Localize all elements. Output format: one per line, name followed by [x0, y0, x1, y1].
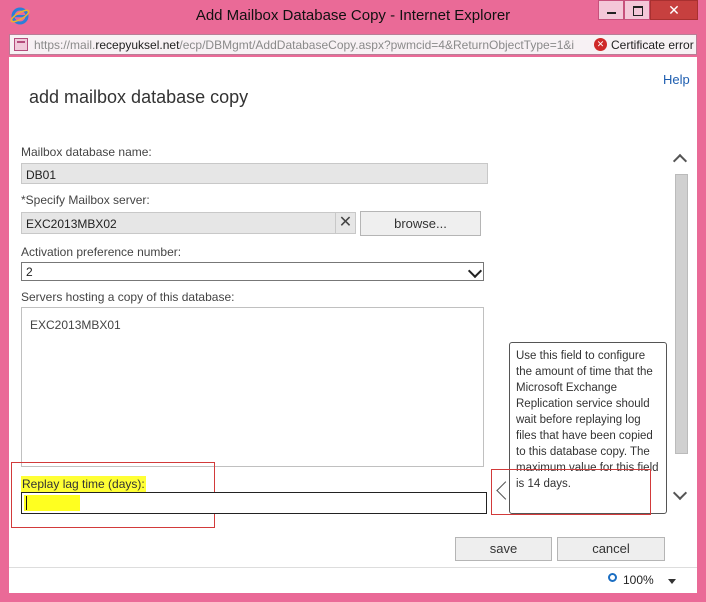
- maximize-button[interactable]: [624, 0, 650, 20]
- text-cursor: [26, 496, 27, 510]
- scroll-up-icon[interactable]: [672, 153, 688, 169]
- address-bar[interactable]: https://mail.recepyuksel.net/ecp/DBMgmt/…: [9, 34, 697, 55]
- status-bar: 100%: [9, 567, 697, 593]
- page-icon: [14, 38, 28, 51]
- close-icon: ✕: [668, 2, 680, 18]
- certificate-error-link[interactable]: Certificate error: [611, 38, 694, 52]
- activation-preference-value: 2: [26, 265, 33, 279]
- mailbox-server-label: *Specify Mailbox server:: [21, 193, 150, 207]
- browser-window: Add Mailbox Database Copy - Internet Exp…: [0, 0, 706, 602]
- annotation-box-tooltip: [491, 469, 651, 515]
- url-domain: recepyuksel.net: [95, 38, 180, 52]
- replay-lag-label: Replay lag time (days):: [21, 476, 146, 492]
- servers-hosting-label: Servers hosting a copy of this database:: [21, 290, 235, 304]
- chevron-down-icon: [467, 263, 483, 279]
- database-name-field: DB01: [21, 163, 488, 184]
- list-item: EXC2013MBX01: [30, 318, 121, 332]
- cancel-button[interactable]: cancel: [557, 537, 665, 561]
- close-button[interactable]: ✕: [650, 0, 698, 20]
- url-prefix: https://mail.: [34, 38, 96, 52]
- zoom-dropdown-caret[interactable]: [668, 579, 676, 584]
- minimize-button[interactable]: [598, 0, 624, 20]
- title-bar: Add Mailbox Database Copy - Internet Exp…: [0, 0, 706, 32]
- browse-button[interactable]: browse...: [360, 211, 481, 236]
- page-title: add mailbox database copy: [29, 87, 249, 107]
- zoom-icon[interactable]: [608, 573, 617, 582]
- dialog-content: Help add mailbox database copy Mailbox d…: [9, 57, 697, 593]
- save-button[interactable]: save: [455, 537, 552, 561]
- address-url[interactable]: https://mail.recepyuksel.net/ecp/DBMgmt/…: [34, 38, 594, 52]
- zoom-level[interactable]: 100%: [623, 573, 654, 587]
- highlight-mark: [24, 495, 80, 511]
- certificate-error-icon[interactable]: ✕: [594, 38, 607, 51]
- activation-preference-select[interactable]: 2: [21, 262, 484, 281]
- scroll-down-icon[interactable]: [672, 485, 688, 501]
- vertical-scrollbar[interactable]: [672, 152, 691, 504]
- database-name-value: DB01: [26, 168, 57, 182]
- database-name-label: Mailbox database name:: [21, 145, 152, 159]
- mailbox-server-value: EXC2013MBX02: [26, 217, 117, 231]
- activation-preference-label: Activation preference number:: [21, 245, 182, 259]
- servers-list: EXC2013MBX01: [21, 307, 484, 467]
- clear-icon[interactable]: ✕: [335, 212, 356, 234]
- scroll-thumb[interactable]: [675, 174, 688, 454]
- help-link[interactable]: Help: [663, 72, 690, 87]
- replay-lag-input[interactable]: [21, 492, 487, 514]
- url-path: /ecp/DBMgmt/AddDatabaseCopy.aspx?pwmcid=…: [179, 38, 575, 52]
- mailbox-server-field[interactable]: EXC2013MBX02: [21, 212, 335, 234]
